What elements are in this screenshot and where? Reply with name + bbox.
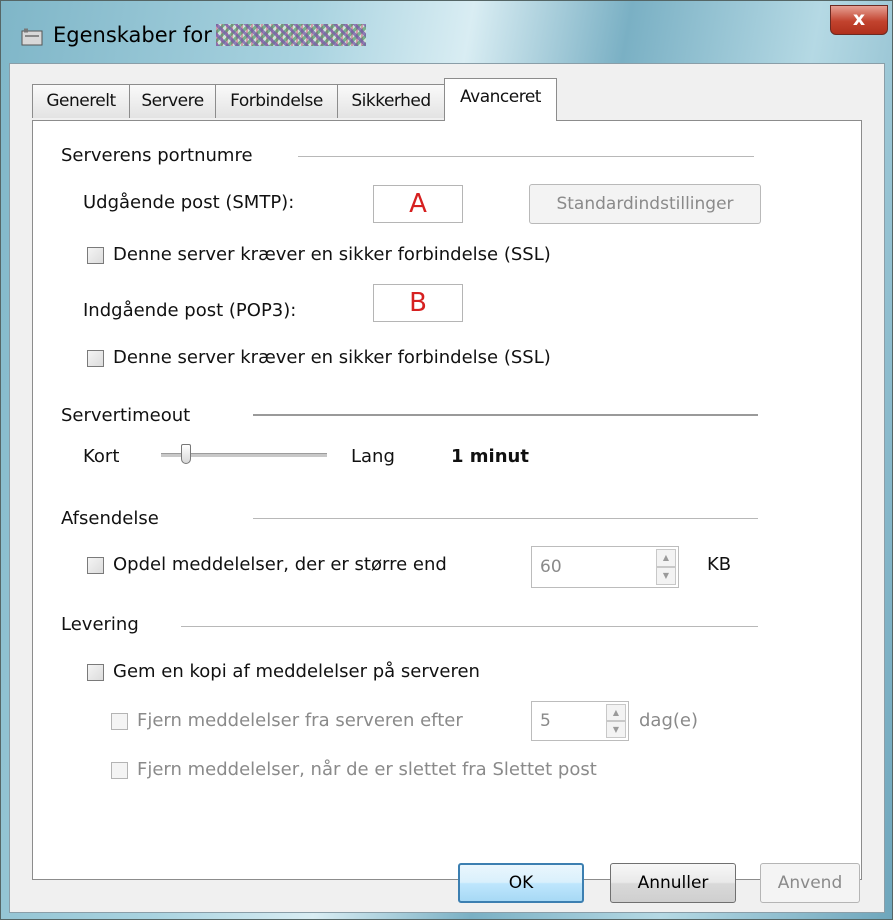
spin-down-icon[interactable]: ▼	[606, 721, 626, 738]
keep-copy-checkbox[interactable]	[87, 664, 104, 681]
remove-deleted-label: Fjern meddelelser, når de er slettet fra…	[137, 759, 597, 780]
pop3-port-input[interactable]: B	[373, 284, 463, 322]
split-size-spin-buttons: ▲ ▼	[656, 549, 676, 585]
remove-deleted-checkbox[interactable]	[111, 762, 128, 779]
spin-up-icon[interactable]: ▲	[606, 704, 626, 721]
redacted-account-name	[215, 24, 366, 46]
pop3-ssl-label: Denne server kræver en sikker forbindels…	[113, 347, 551, 368]
pop3-ssl-checkbox[interactable]	[87, 350, 104, 367]
timeout-value: 1 minut	[451, 446, 529, 467]
remove-after-checkbox[interactable]	[111, 713, 128, 730]
apply-button[interactable]: Anvend	[760, 863, 860, 903]
window-title: Egenskaber for	[53, 23, 366, 47]
advanced-tab-panel: Serverens portnumre Udgående post (SMTP)…	[32, 120, 862, 880]
cancel-button[interactable]: Annuller	[610, 863, 736, 903]
group-divider-timeout	[253, 414, 758, 416]
timeout-long-label: Lang	[351, 446, 395, 467]
remove-after-spinner[interactable]: 5 ▲ ▼	[531, 701, 629, 741]
remove-after-unit: dag(e)	[639, 710, 699, 731]
remove-after-value: 5	[540, 711, 551, 731]
ok-button[interactable]: OK	[458, 863, 584, 903]
split-size-value: 60	[540, 557, 562, 577]
group-label-delivery: Levering	[61, 614, 139, 635]
split-size-unit: KB	[707, 554, 732, 575]
dialog-client-area: Generelt Servere Forbindelse Sikkerhed A…	[9, 63, 885, 913]
split-messages-label: Opdel meddelelser, der er større end	[113, 554, 447, 575]
split-messages-checkbox[interactable]	[87, 557, 104, 574]
spin-up-icon[interactable]: ▲	[656, 549, 676, 567]
timeout-short-label: Kort	[83, 446, 120, 467]
smtp-label: Udgående post (SMTP):	[83, 192, 295, 213]
tab-servere[interactable]: Servere	[129, 84, 216, 118]
group-divider-delivery	[181, 626, 758, 627]
close-button[interactable]: x	[830, 5, 888, 35]
smtp-ssl-checkbox[interactable]	[87, 247, 104, 264]
remove-after-spin-buttons: ▲ ▼	[606, 704, 626, 738]
group-label-timeout: Servertimeout	[61, 405, 191, 426]
pop3-label: Indgående post (POP3):	[83, 300, 297, 321]
timeout-slider-thumb[interactable]	[181, 444, 192, 464]
group-label-ports: Serverens portnumre	[61, 145, 253, 166]
split-size-spinner[interactable]: 60 ▲ ▼	[531, 546, 679, 588]
group-divider-ports	[298, 156, 754, 157]
properties-dialog: Egenskaber for x Generelt Servere Forbin…	[0, 0, 893, 920]
smtp-ssl-label: Denne server kræver en sikker forbindels…	[113, 244, 551, 265]
tab-sikkerhed[interactable]: Sikkerhed	[337, 84, 445, 118]
group-divider-sending	[253, 518, 758, 519]
mail-account-icon	[21, 28, 43, 46]
defaults-button[interactable]: Standardindstillinger	[529, 184, 761, 224]
tab-generelt[interactable]: Generelt	[32, 84, 130, 118]
group-label-sending: Afsendelse	[61, 508, 159, 529]
title-bar[interactable]: Egenskaber for x	[1, 1, 893, 63]
keep-copy-label: Gem en kopi af meddelelser på serveren	[113, 661, 480, 682]
smtp-port-input[interactable]: A	[373, 185, 463, 223]
tab-avanceret[interactable]: Avanceret	[444, 78, 557, 121]
remove-after-label: Fjern meddelelser fra serveren efter	[137, 710, 463, 731]
spin-down-icon[interactable]: ▼	[656, 567, 676, 585]
tab-forbindelse[interactable]: Forbindelse	[215, 84, 338, 118]
